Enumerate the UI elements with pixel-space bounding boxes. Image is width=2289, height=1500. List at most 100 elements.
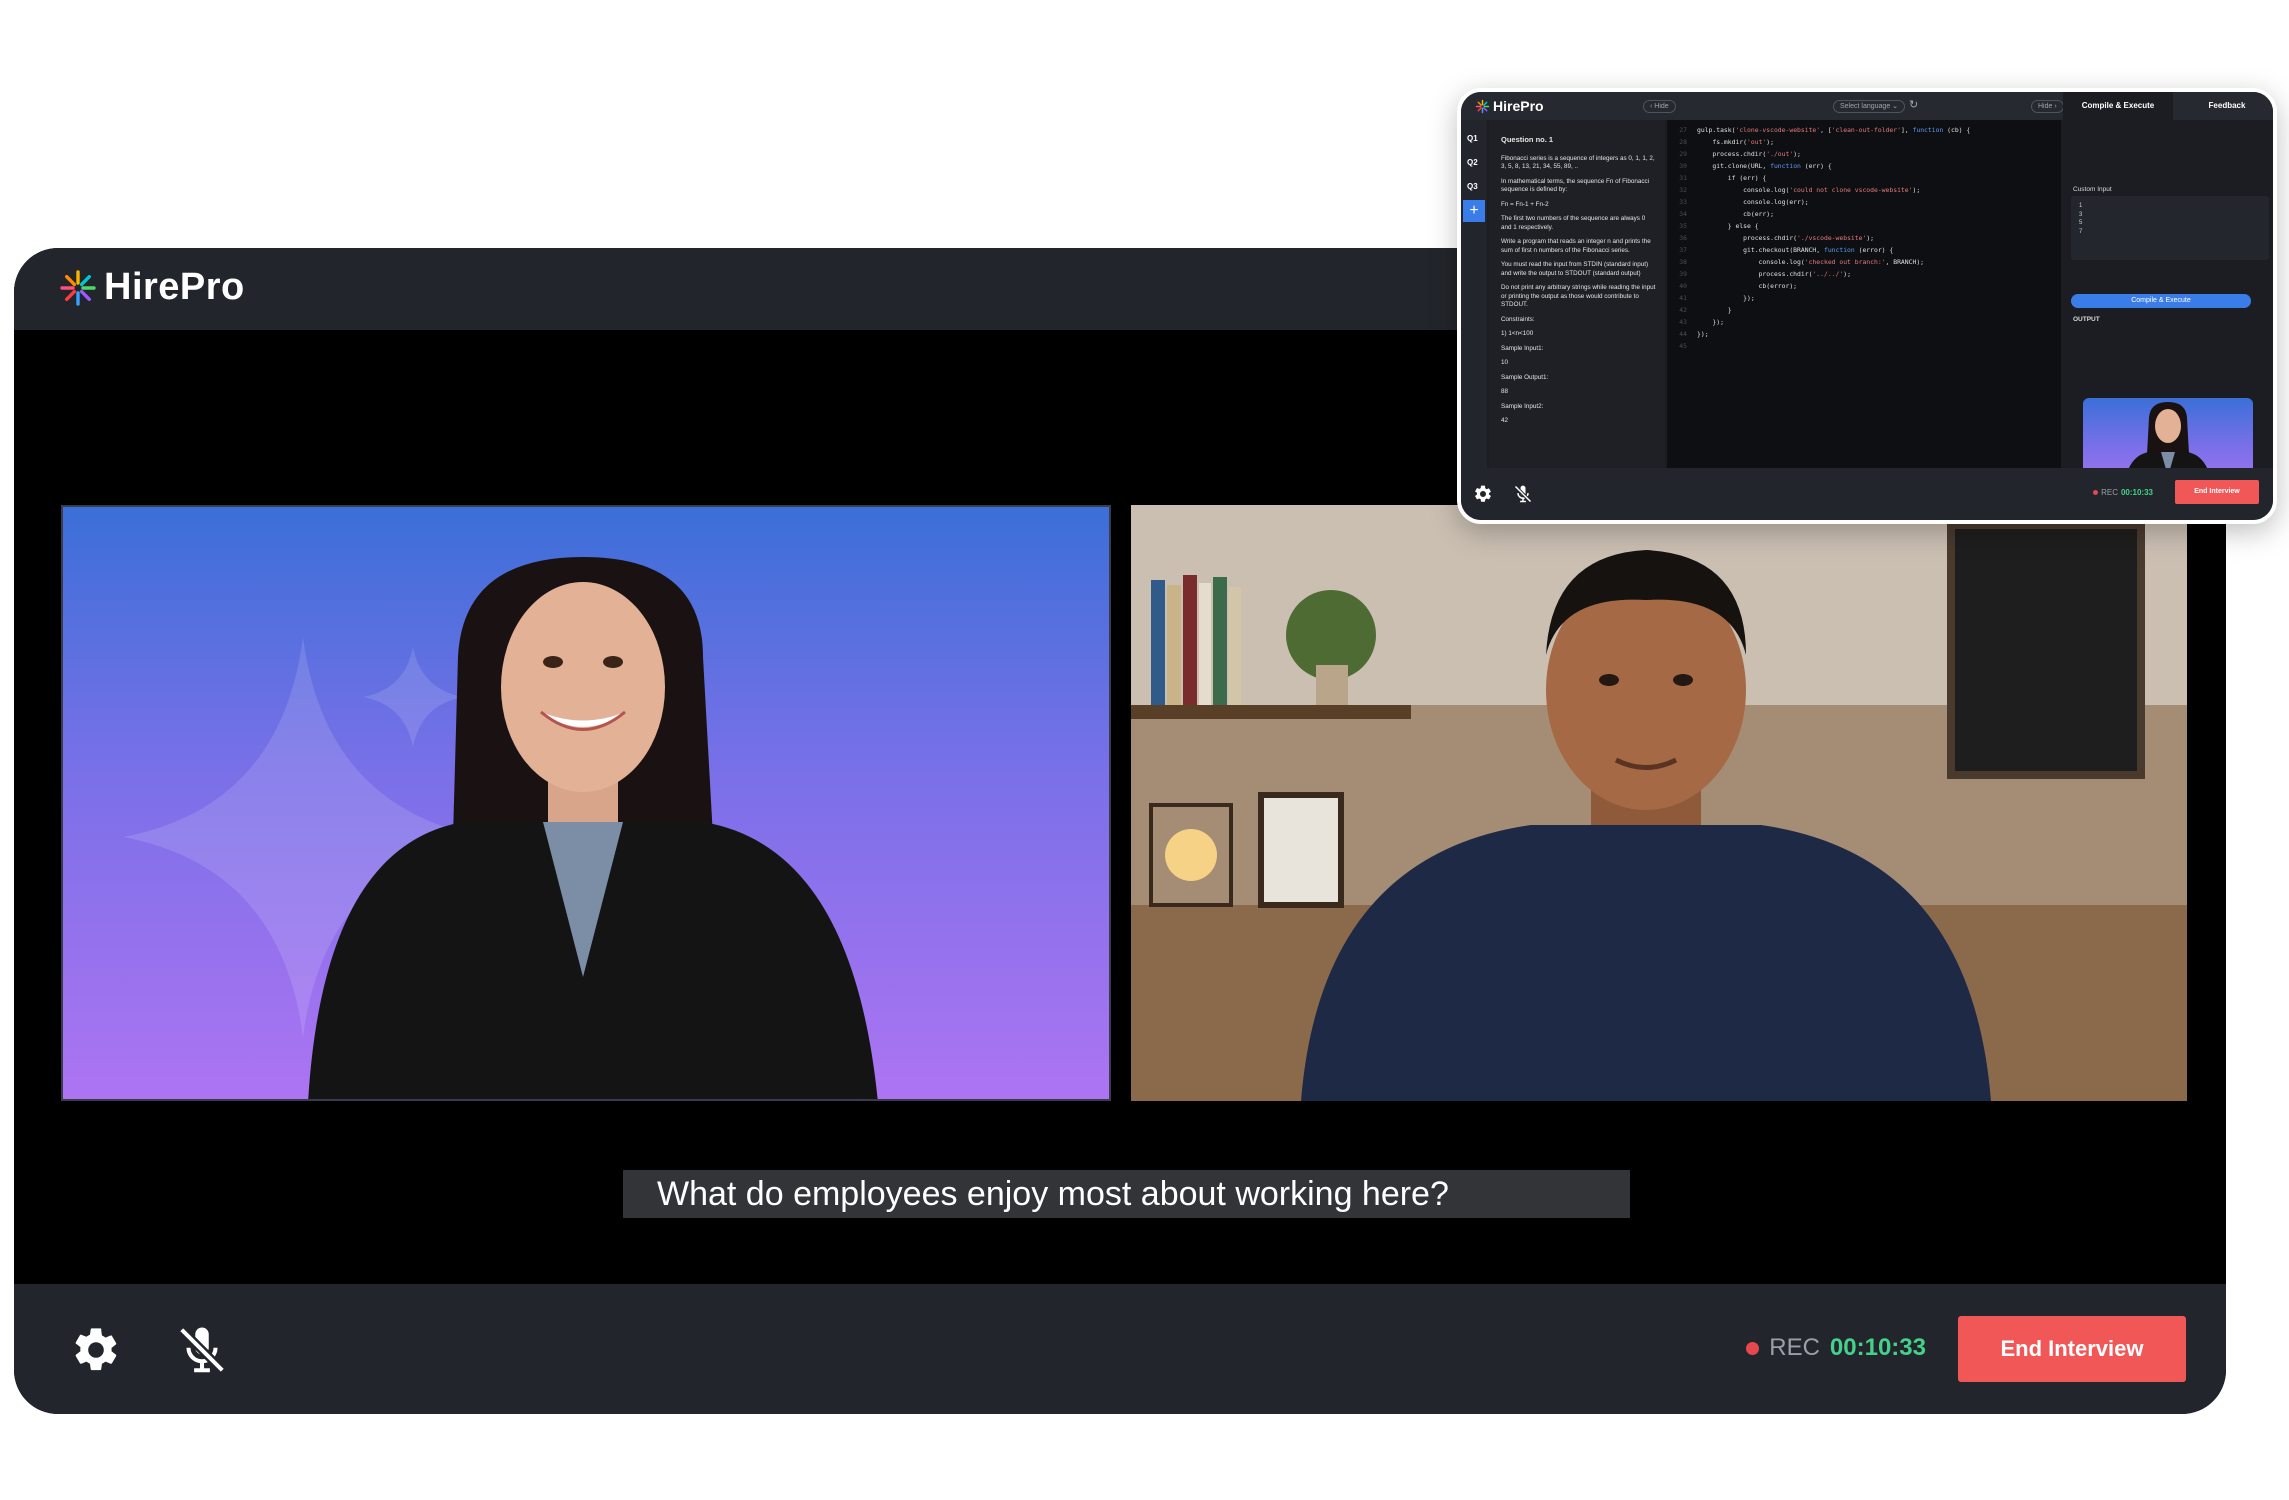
- question-paragraph: Do not print any arbitrary strings while…: [1501, 284, 1656, 308]
- code-line: 33 console.log(err);: [1667, 196, 1809, 208]
- question-paragraph: Sample Output1:: [1501, 373, 1549, 381]
- line-number: 35: [1679, 222, 1687, 230]
- refresh-icon[interactable]: ↻: [1909, 98, 1918, 111]
- question-paragraph: The first two numbers of the sequence ar…: [1501, 215, 1646, 231]
- inset-brand-logo: HirePro: [1475, 98, 1544, 114]
- code-text: process.chdir('../../');: [1697, 270, 1851, 278]
- line-number: 34: [1679, 210, 1687, 218]
- code-text: git.clone(URL, function (err) {: [1697, 162, 1832, 170]
- code-text: fs.mkdir('out');: [1697, 138, 1774, 146]
- code-text: } else {: [1697, 222, 1759, 230]
- custom-input-field[interactable]: 1 3 5 7: [2071, 196, 2269, 260]
- line-number: 37: [1679, 246, 1687, 254]
- code-text: });: [1697, 294, 1755, 302]
- line-number: 36: [1679, 234, 1687, 242]
- code-text: });: [1697, 318, 1724, 326]
- inset-brand-name: HirePro: [1493, 98, 1544, 114]
- inset-interview-timer: 00:10:33: [2120, 488, 2153, 497]
- output-label: OUTPUT: [2073, 316, 2100, 323]
- hide-right-label: Hide: [2038, 103, 2053, 110]
- settings-button[interactable]: [66, 1320, 126, 1380]
- end-interview-button[interactable]: End Interview: [1958, 1316, 2186, 1382]
- coding-header: HirePro ‹ Hide Select language ⌄ ↻ Hide …: [1461, 92, 2273, 120]
- code-line: 42 }: [1667, 304, 1731, 316]
- language-select[interactable]: Select language ⌄: [1833, 100, 1906, 113]
- line-number: 40: [1679, 282, 1687, 290]
- question-paragraph: Fn = Fn-1 + Fn-2: [1501, 200, 1549, 208]
- hide-left-label: Hide: [1654, 103, 1669, 110]
- code-text: process.chdir('./out');: [1697, 150, 1801, 158]
- code-line: 28 fs.mkdir('out');: [1667, 136, 1774, 148]
- code-line: 41 });: [1667, 292, 1755, 304]
- question-paragraph: Fibonacci series is a sequence of intege…: [1501, 154, 1655, 171]
- rec-label: REC: [1769, 1334, 1820, 1361]
- question-paragraph: 10: [1501, 359, 1509, 366]
- brand-name: HirePro: [104, 266, 245, 308]
- inset-mute-microphone-button[interactable]: [1513, 484, 1533, 509]
- code-text: git.checkout(BRANCH, function (error) {: [1697, 246, 1894, 254]
- code-line: 40 cb(error);: [1667, 280, 1797, 292]
- line-number: 42: [1679, 306, 1687, 314]
- code-line: 44});: [1667, 328, 1708, 340]
- code-text: cb(err);: [1697, 210, 1774, 218]
- question-tab-1[interactable]: Q1: [1467, 134, 1478, 143]
- question-body: Fibonacci series is a sequence of intege…: [1501, 155, 1657, 426]
- line-number: 43: [1679, 318, 1687, 326]
- mute-microphone-button[interactable]: [172, 1320, 232, 1380]
- code-text: console.log('checked out branch:', BRANC…: [1697, 258, 1925, 266]
- code-editor[interactable]: 27 gulp.task('clone-vscode-website', ['cl…: [1667, 120, 2061, 468]
- mic-off-icon: [1514, 485, 1532, 503]
- inset-settings-button[interactable]: [1473, 484, 1493, 509]
- code-line: 39 process.chdir('../../');: [1667, 268, 1851, 280]
- custom-input-value: 5: [2079, 220, 2083, 226]
- code-line: 27 gulp.task('clone-vscode-website', ['cl…: [1667, 124, 1970, 136]
- line-number: 32: [1679, 186, 1687, 194]
- ai-avatar-image: [123, 557, 878, 1099]
- line-number: 41: [1679, 294, 1687, 302]
- question-paragraph: Sample Input2:: [1501, 402, 1544, 410]
- asterisk-star-icon: [1475, 99, 1490, 113]
- code-text: if (err) {: [1697, 174, 1767, 182]
- question-paragraph: Write a program that reads an integer n …: [1501, 238, 1651, 254]
- brand-logo: HirePro: [58, 266, 245, 309]
- tab-feedback[interactable]: Feedback: [2173, 92, 2273, 120]
- recording-dot-icon: [2093, 490, 2099, 495]
- code-text: process.chdir('./vscode-website');: [1697, 234, 1875, 242]
- code-text: cb(error);: [1697, 282, 1798, 290]
- custom-input-label: Custom Input: [2073, 186, 2112, 193]
- question-rail: Q1 Q2 Q3 +: [1461, 120, 1487, 468]
- line-number: 39: [1679, 270, 1687, 278]
- add-question-button[interactable]: +: [1463, 200, 1485, 222]
- custom-input-value: 3: [2079, 211, 2083, 218]
- question-tab-3[interactable]: Q3: [1467, 182, 1478, 191]
- line-number: 33: [1679, 198, 1687, 206]
- coding-window: HirePro ‹ Hide Select language ⌄ ↻ Hide …: [1457, 88, 2277, 524]
- code-line: 32 console.log('could not clone vscode-w…: [1667, 184, 1920, 196]
- code-text: console.log(err);: [1697, 198, 1809, 206]
- gear-icon: [1475, 485, 1491, 502]
- inset-end-interview-button[interactable]: End Interview: [2175, 480, 2259, 504]
- chevron-down-icon: ⌄: [1890, 103, 1899, 110]
- code-line: 38 console.log('checked out branch:', BR…: [1667, 256, 1924, 268]
- line-number: 30: [1679, 162, 1687, 170]
- asterisk-star-icon: [60, 269, 96, 306]
- candidate-video: [1131, 505, 2187, 1101]
- line-number: 28: [1679, 138, 1687, 146]
- compile-execute-button[interactable]: Compile & Execute: [2071, 294, 2251, 308]
- question-paragraph: You must read the input from STDIN (stan…: [1501, 261, 1649, 277]
- tab-compile-execute[interactable]: Compile & Execute: [2063, 92, 2173, 120]
- question-paragraph: 88: [1501, 388, 1509, 395]
- hide-panel-toggle[interactable]: Hide ›: [2031, 100, 2064, 113]
- line-number: 27: [1679, 126, 1687, 134]
- code-line: 34 cb(err);: [1667, 208, 1774, 220]
- code-text: console.log('could not clone vscode-webs…: [1697, 186, 1921, 194]
- main-footer: REC 00:10:33 End Interview: [14, 1284, 2226, 1414]
- gear-icon: [75, 1328, 117, 1371]
- hide-question-toggle[interactable]: ‹ Hide: [1643, 100, 1676, 113]
- recording-dot-icon: [1746, 1341, 1760, 1355]
- inset-rec-label: REC: [2101, 488, 2118, 497]
- candidate-camera-image: [1131, 505, 2187, 1101]
- line-number: 45: [1679, 342, 1687, 350]
- line-number: 44: [1679, 330, 1687, 338]
- question-tab-2[interactable]: Q2: [1467, 158, 1478, 167]
